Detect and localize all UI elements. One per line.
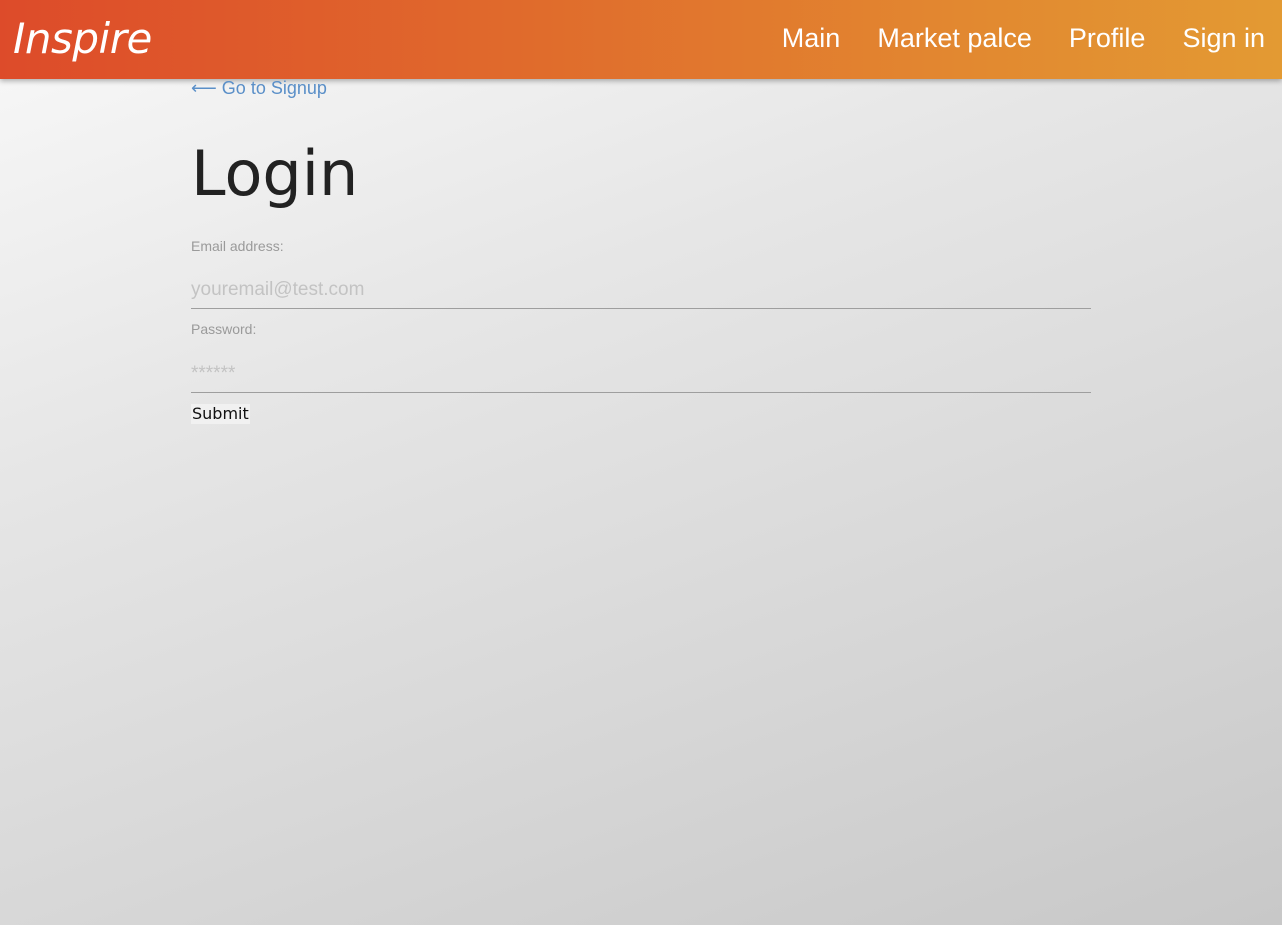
password-label: Password: — [191, 321, 257, 337]
nav-link-sign-in[interactable]: Sign in — [1182, 20, 1265, 56]
go-to-signup-link[interactable]: ⟵ Go to Signup — [191, 76, 327, 100]
email-label: Email address: — [191, 238, 284, 254]
nav-links: Main Market palce Profile Sign in — [745, 20, 1265, 56]
page-title: Login — [191, 137, 359, 210]
brand-logo[interactable]: Inspire — [13, 13, 152, 65]
nav-link-profile[interactable]: Profile — [1069, 20, 1146, 56]
email-field[interactable] — [191, 271, 1091, 309]
top-navbar: Inspire Main Market palce Profile Sign i… — [0, 0, 1282, 79]
nav-link-market-place[interactable]: Market palce — [877, 20, 1032, 56]
submit-button[interactable]: Submit — [191, 404, 250, 424]
nav-link-main[interactable]: Main — [782, 20, 841, 56]
password-field[interactable] — [191, 355, 1091, 393]
